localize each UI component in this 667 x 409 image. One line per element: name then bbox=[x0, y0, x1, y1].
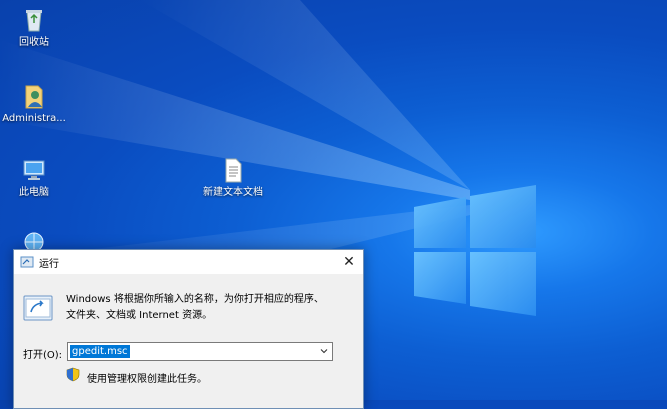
desktop-icon-recycle-bin[interactable]: 回收站 bbox=[0, 6, 70, 49]
description-line: Windows 将根据你所输入的名称，为你打开相应的程序、 bbox=[66, 294, 324, 305]
desktop-icon-new-text-document[interactable]: 新建文本文档 bbox=[197, 156, 269, 199]
chevron-down-icon[interactable] bbox=[319, 346, 329, 356]
description-line: 文件夹、文档或 Internet 资源。 bbox=[66, 310, 213, 321]
desktop-icon-label: Administra... bbox=[2, 113, 66, 124]
desktop-icon-label: 回收站 bbox=[19, 37, 49, 48]
desktop-icon-label: 新建文本文档 bbox=[203, 187, 263, 198]
uac-shield-icon bbox=[66, 367, 80, 382]
recycle-bin-icon bbox=[26, 10, 42, 32]
desktop-icon-administrator[interactable]: Administra... bbox=[0, 82, 70, 125]
text-document-icon bbox=[225, 158, 242, 183]
admin-note: 使用管理权限创建此任务。 bbox=[87, 374, 207, 385]
dialog-title: 运行 bbox=[39, 259, 59, 270]
run-icon bbox=[20, 256, 34, 268]
desktop-icon-this-pc[interactable]: 此电脑 bbox=[0, 156, 70, 199]
open-input[interactable]: gpedit.msc bbox=[70, 345, 130, 358]
computer-icon bbox=[23, 160, 45, 180]
desktop-icon-label: 此电脑 bbox=[19, 187, 49, 198]
run-dialog: 运行 ✕ Windows 将根据你所输入的名称，为你打开相应的程序、 文件夹、文… bbox=[13, 249, 364, 409]
dialog-titlebar[interactable]: 运行 ✕ bbox=[14, 250, 363, 274]
user-folder-icon bbox=[25, 85, 43, 109]
run-program-icon bbox=[23, 295, 53, 321]
close-button[interactable]: ✕ bbox=[335, 250, 363, 274]
open-combobox[interactable]: gpedit.msc bbox=[67, 342, 333, 361]
windows-logo bbox=[414, 185, 536, 316]
dialog-description: Windows 将根据你所输入的名称，为你打开相应的程序、 文件夹、文档或 In… bbox=[66, 292, 356, 324]
open-label: 打开(O): bbox=[23, 350, 63, 361]
